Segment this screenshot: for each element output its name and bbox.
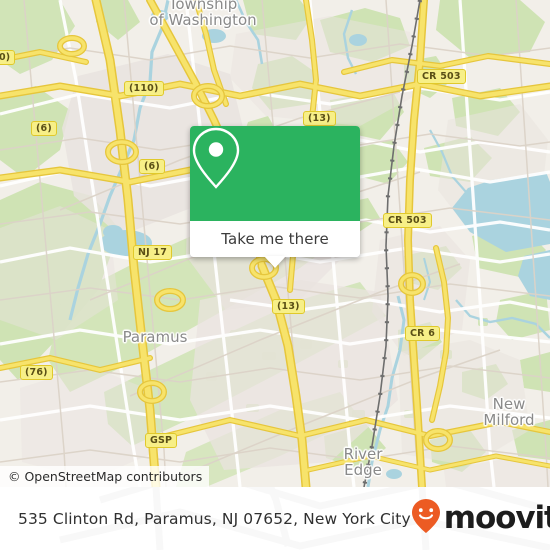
place-label-river-edge: River Edge [320, 446, 406, 478]
road-shield-cr503-b: CR 503 [383, 213, 432, 228]
place-label-line-2: of Washington [149, 11, 257, 29]
road-shield-13-a: (13) [303, 111, 336, 126]
footer-bar: 535 Clinton Rd, Paramus, NJ 07652, New Y… [0, 487, 550, 550]
moovit-logo[interactable]: moovit [411, 498, 550, 539]
place-label-line-2: Edge [344, 461, 382, 479]
road-shield-13-b: (13) [272, 299, 305, 314]
place-label-line-2: Milford [483, 411, 535, 429]
road-shield-gsp: GSP [145, 433, 178, 448]
road-shield-6-a: (6) [31, 121, 57, 136]
place-label-township-of-washington: Township of Washington [140, 0, 266, 28]
osm-attribution[interactable]: © OpenStreetMap contributors [0, 466, 210, 487]
road-shield-110: (110) [124, 81, 164, 96]
place-label-new-milford: New Milford [459, 396, 550, 428]
road-shield-76: (76) [20, 365, 53, 380]
take-me-there-button[interactable]: Take me there [190, 221, 360, 268]
moovit-wordmark: moovit [443, 500, 550, 536]
road-shield-nj17: NJ 17 [133, 245, 173, 260]
road-shield-6-b: (6) [139, 159, 165, 174]
road-shield-0: 0) [0, 50, 16, 65]
map-canvas[interactable]: Township of Washington Paramus New Milfo… [0, 0, 550, 487]
road-shield-cr503-a: CR 503 [417, 69, 466, 84]
place-label-line-1: New [492, 395, 526, 413]
moovit-smiley-pin-icon [411, 498, 441, 539]
road-shield-cr6: CR 6 [405, 326, 441, 341]
moovit-map-screenshot: Township of Washington Paramus New Milfo… [0, 0, 550, 550]
destination-popup-card[interactable]: Take me there [190, 126, 360, 268]
address-text: 535 Clinton Rd, Paramus, NJ 07652, New Y… [18, 509, 411, 528]
take-me-there-label: Take me there [221, 230, 329, 248]
place-label-line-1: River [343, 445, 383, 463]
place-label-paramus: Paramus [122, 328, 188, 346]
popup-pin-area [190, 126, 360, 221]
popup-pointer [264, 256, 286, 268]
